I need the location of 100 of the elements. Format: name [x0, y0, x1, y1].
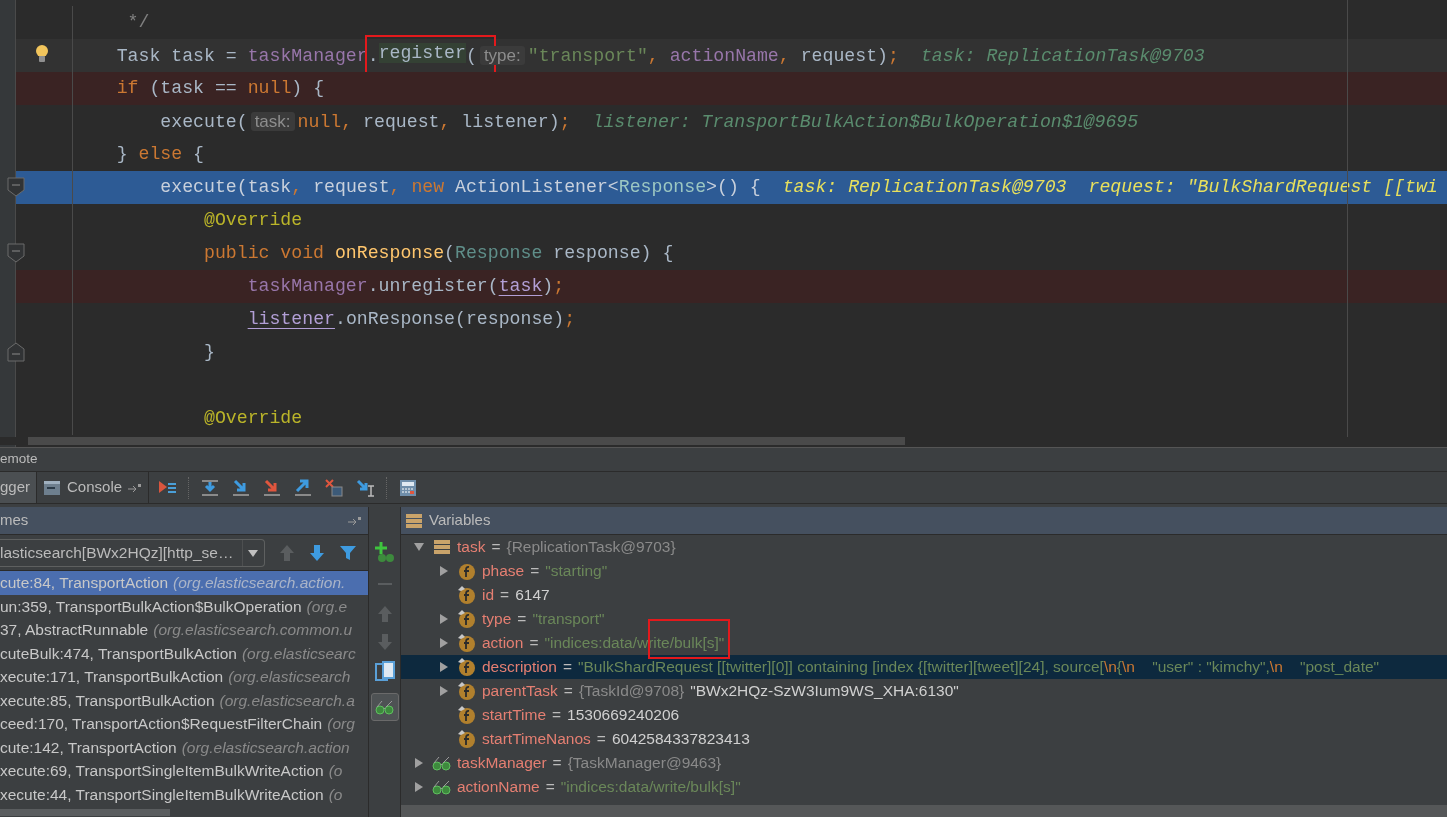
code-token: execute(: [159, 112, 248, 132]
variable-name: startTimeNanos: [482, 729, 591, 750]
fold-icon[interactable]: [7, 177, 25, 197]
code-token: .onResponse(response): [334, 309, 565, 329]
field-icon: [457, 561, 477, 581]
scrollbar-thumb[interactable]: [28, 437, 905, 445]
variable-name: action: [482, 633, 524, 654]
scrollbar-track[interactable]: [401, 805, 1447, 817]
code-token: Response: [455, 243, 543, 263]
code-token: (: [465, 46, 477, 66]
code-token: }: [115, 144, 129, 164]
code-token: .: [367, 46, 379, 66]
lightbulb-icon[interactable]: [35, 44, 49, 64]
variable-name: task: [457, 537, 486, 558]
expand-arrow-icon[interactable]: [414, 781, 424, 793]
variable-value: =: [500, 586, 510, 604]
code-token: response) {: [552, 243, 674, 263]
variable-value: =: [530, 562, 540, 580]
code-token: ;: [564, 309, 576, 329]
stack-frame[interactable]: xecute:171, TransportBulkAction (org.elasticsearch: [0, 665, 368, 689]
code-token: ): [542, 276, 554, 296]
filter-icon[interactable]: [339, 543, 357, 562]
expand-arrow-icon[interactable]: [439, 685, 449, 697]
variable-name: parentTask: [482, 681, 558, 702]
debug-value: task: ReplicationTask@9703: [920, 46, 1205, 66]
stack-frame[interactable]: xecute:44, TransportSingleItemBulkWriteAction (o: [0, 782, 368, 806]
variable-value: =: [563, 682, 573, 700]
stack-frame[interactable]: xecute:85, TransportBulkAction (org.elasticsearch.a: [0, 688, 368, 712]
expand-arrow-icon[interactable]: [439, 637, 449, 649]
variable-name: description: [482, 657, 557, 678]
object-icon: [433, 538, 451, 556]
variable-value: "BWx2HQz-SzW3Ium9WS_XHA:6130": [690, 682, 959, 700]
frame-method: xecute:85, TransportBulkAction: [0, 690, 215, 711]
code-token: null: [297, 112, 342, 132]
expand-arrow-icon[interactable]: [439, 613, 449, 625]
variable-value: \n: [1103, 658, 1117, 676]
collapse-arrow-icon[interactable]: [413, 542, 425, 552]
pin-icon[interactable]: [348, 515, 362, 526]
code-token: ActionListener<: [455, 177, 619, 197]
unfold-icon[interactable]: [7, 342, 25, 362]
field-icon: [457, 585, 477, 605]
object-icon: [405, 511, 423, 530]
expand-arrow-icon[interactable]: [439, 661, 449, 673]
drop-frame-icon[interactable]: [324, 477, 345, 498]
pin-icon[interactable]: [128, 482, 143, 493]
add-watch-icon[interactable]: [373, 541, 396, 563]
variable-value: 6147: [515, 586, 550, 604]
frame-location: (org.elasticsearch.action.: [173, 573, 346, 594]
code-token: listener): [461, 112, 560, 132]
code-token: request: [313, 177, 390, 197]
stack-frame[interactable]: cute:142, TransportAction (org.elasticsearch.action: [0, 735, 368, 759]
step-out-icon[interactable]: [293, 477, 314, 498]
code-token: task: [498, 276, 543, 296]
expand-arrow-icon[interactable]: [439, 565, 449, 577]
field-icon: [457, 705, 477, 725]
code-token: if: [115, 78, 139, 98]
watches-toggle[interactable]: [370, 693, 399, 721]
variable-value: =: [552, 706, 562, 724]
variable-value: =: [562, 658, 573, 676]
variable-value: =: [545, 778, 555, 796]
variable-value: {ReplicationTask@9703}: [506, 538, 676, 556]
variable-value: "starting": [545, 562, 608, 580]
code-token: listener: [247, 309, 335, 329]
expand-arrow-icon[interactable]: [414, 757, 424, 769]
code-token: onResponse: [334, 243, 445, 263]
calculator-icon[interactable]: [398, 477, 419, 498]
stack-frame[interactable]: xecute:69, TransportSingleItemBulkWriteAction (o: [0, 759, 368, 783]
run-to-cursor-icon[interactable]: [355, 477, 376, 498]
variable-value: 1530669240206: [567, 706, 680, 724]
stack-frame[interactable]: ceed:170, TransportAction$RequestFilterChain (org: [0, 712, 368, 736]
stack-frame[interactable]: 37, AbstractRunnable (org.elasticsearch.common.u: [0, 618, 368, 642]
thread-dropdown[interactable]: lasticsearch[BWx2HQz][http_se…: [0, 538, 265, 567]
panel-tab[interactable]: gger: [0, 472, 38, 503]
scrollbar-thumb[interactable]: [0, 809, 170, 816]
code-token: register: [378, 43, 466, 63]
frame-location: (org.elasticsearch: [228, 667, 351, 688]
frame-location: (o: [328, 761, 343, 782]
variable-value: {TaskId@9708}: [578, 682, 685, 700]
step-into-icon[interactable]: [231, 477, 252, 498]
code-token: @Override: [202, 210, 303, 230]
field-icon: [457, 609, 477, 629]
copy-icon[interactable]: [374, 661, 395, 683]
variable-value: \n: [1122, 658, 1135, 676]
code-token: null: [247, 78, 292, 98]
field-icon: [457, 681, 477, 701]
variable-name: startTime: [482, 705, 546, 726]
code-token: ,: [291, 177, 304, 197]
frame-method: cuteBulk:474, TransportBulkAction: [0, 643, 237, 664]
variable-value: "post_date": [1299, 658, 1380, 676]
down-arrow-icon[interactable]: [309, 543, 325, 562]
code-token: }: [202, 342, 215, 362]
stack-frame[interactable]: un:359, TransportBulkAction$BulkOperation (org.e: [0, 594, 368, 618]
variable-value: =: [517, 610, 527, 628]
code-token: ,: [341, 112, 354, 132]
debug-value: listener: TransportBulkAction$BulkOperation$1@9695: [592, 112, 1139, 132]
code-token: ;: [887, 46, 899, 66]
stack-frame[interactable]: cuteBulk:474, TransportBulkAction (org.elasticsearc: [0, 641, 368, 665]
fold-icon[interactable]: [7, 243, 25, 263]
force-step-into-icon[interactable]: [262, 477, 283, 498]
step-over-icon[interactable]: [200, 477, 221, 498]
